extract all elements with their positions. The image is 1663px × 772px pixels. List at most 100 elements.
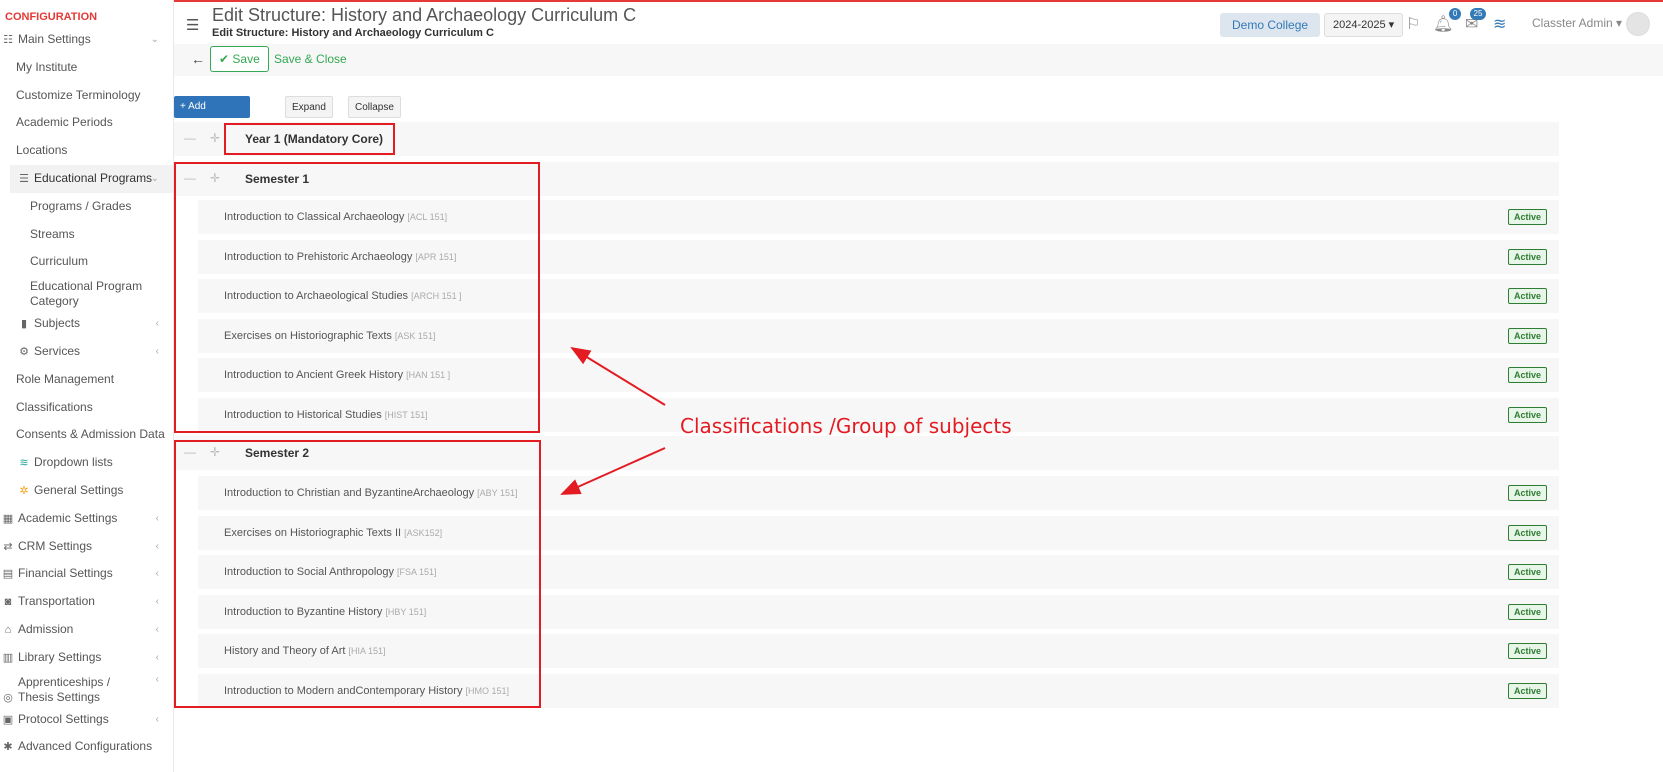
sidebar-item-label: Streams [30, 226, 75, 241]
sidebar-item-21[interactable]: ⌂ Admission ‹ [0, 616, 173, 644]
sidebar-item-5[interactable]: ☰ Educational Programs ⌄ [10, 164, 173, 193]
flag-icon[interactable]: ⚐ [1406, 14, 1420, 34]
collapse-all-button[interactable]: Collapse All [348, 96, 401, 135]
sidebar-item-label: Dropdown lists [34, 455, 113, 470]
sidebar-item-19[interactable]: ▤ Financial Settings ‹ [0, 560, 173, 588]
sidebar-item-1[interactable]: My Institute [0, 54, 173, 82]
sidebar-item-label: Customize Terminology [16, 87, 141, 102]
sidebar-item-8[interactable]: Curriculum [0, 248, 173, 276]
config-sidebar: CONFIGURATION ☷ Main Settings ⌄ My Institut… [0, 0, 174, 772]
year-dropdown[interactable]: 2024-2025 ▾ [1324, 13, 1404, 37]
sidebar-item-6[interactable]: Programs / Grades [0, 193, 173, 221]
layers-icon[interactable]: ≋ [1493, 14, 1506, 34]
sidebar-item-15[interactable]: ≋ Dropdown lists [0, 449, 173, 477]
sidebar-item-label: Advanced Configurations [18, 739, 153, 754]
sidebar-item-label: Protocol Settings [18, 711, 109, 726]
add-icon[interactable]: ✛ [210, 131, 220, 145]
status-badge: Active [1507, 209, 1547, 225]
services-icon: ⚙ [19, 345, 29, 358]
chevron-left-icon: ‹ [155, 540, 159, 552]
sidebar-item-10[interactable]: ▮ Subjects ‹ [0, 310, 173, 338]
sidebar-item-4[interactable]: Locations [0, 137, 173, 165]
sidebar-item-24[interactable]: ▣ Protocol Settings ‹ [0, 706, 173, 734]
sidebar-item-label: Role Management [16, 371, 115, 386]
sidebar-item-7[interactable]: Streams [0, 221, 173, 249]
sidebar-menu: ☷ Main Settings ⌄ My Institute Customize Ter… [0, 26, 173, 761]
sidebar-item-13[interactable]: Classifications [0, 394, 173, 422]
sidebar-item-label: Financial Settings [18, 566, 113, 581]
notifications-badge: 0 [1448, 8, 1462, 20]
cogs-icon: ✲ [19, 484, 29, 497]
cog-icon: ✱ [3, 741, 13, 754]
back-arrow-icon[interactable]: ← [191, 51, 205, 67]
annotation-label: Classifications /Group of subjects [680, 414, 1012, 438]
sidebar-item-label: My Institute [16, 59, 78, 74]
status-badge: Active [1507, 682, 1547, 699]
expand-all-button[interactable]: Expand All [285, 96, 333, 135]
chevron-left-icon: ‹ [155, 596, 159, 608]
status-badge: Active [1507, 643, 1547, 659]
user-menu[interactable]: Classter Admin ▾ [1532, 16, 1622, 30]
semester1-highlight-box [174, 162, 540, 433]
chevron-down-icon: ⌄ [150, 172, 159, 184]
sidebar-item-20[interactable]: ◙ Transportation ‹ [0, 588, 173, 616]
sidebar-item-3[interactable]: Academic Periods [0, 109, 173, 137]
chevron-left-icon: ‹ [155, 345, 159, 357]
chevron-left-icon: ‹ [155, 673, 159, 685]
sidebar-item-17[interactable]: ▦ Academic Settings ‹ [0, 505, 173, 533]
book-icon: ▮ [20, 318, 28, 331]
sidebar-item-16[interactable]: ✲ General Settings [0, 477, 173, 505]
year-highlight-box [224, 123, 395, 155]
sidebar-item-14[interactable]: Consents & Admission Data [0, 421, 173, 449]
sidebar-item-0[interactable]: ☷ Main Settings ⌄ [0, 26, 173, 54]
sidebar-item-label: Classifications [16, 399, 93, 414]
status-badge: Active [1507, 485, 1547, 501]
sidebar-item-2[interactable]: Customize Terminology [0, 82, 173, 110]
sliders-icon: ☷ [3, 34, 13, 46]
hamburger-menu-icon[interactable]: ☰ [186, 16, 199, 34]
sidebar-item-label: Consents & Admission Data [16, 427, 165, 442]
sidebar-item-label: Academic Periods [16, 115, 113, 130]
save-button[interactable]: ✔ Save [210, 46, 269, 72]
sidebar-item-label: Transportation [18, 594, 95, 609]
add-classifications-button[interactable]: + Add Classifications [174, 96, 250, 134]
sidebar-item-label: CRM Settings [18, 538, 93, 553]
sidebar-item-11[interactable]: ⚙ Services ‹ [0, 338, 173, 366]
bell-icon[interactable]: 🔔︎ 0 [1433, 8, 1462, 34]
chevron-down-icon: ⌄ [150, 34, 159, 45]
envelope-icon[interactable]: ✉ 25 [1465, 8, 1487, 34]
page-header: ☰ Edit Structure: History and Archaeolog… [174, 2, 1663, 44]
sidebar-item-label: Main Settings [18, 32, 91, 46]
sidebar-item-22[interactable]: ▥ Library Settings ‹ [0, 644, 173, 672]
sidebar-item-18[interactable]: ⇄ CRM Settings ‹ [0, 533, 173, 561]
edit-toolbar: ← ✔ Save Save & Close [174, 44, 1663, 76]
chevron-left-icon: ‹ [155, 568, 159, 580]
status-badge: Active [1507, 288, 1547, 304]
chevron-left-icon: ‹ [155, 651, 159, 663]
save-close-link[interactable]: Save & Close [274, 52, 347, 66]
gear-icon: ◎ [3, 691, 13, 704]
sidebar-item-25[interactable]: ✱ Advanced Configurations [0, 733, 173, 761]
collapse-icon[interactable]: — [184, 131, 196, 145]
status-badge: Active [1507, 406, 1547, 423]
sidebar-item-label: Library Settings [18, 649, 102, 664]
sidebar-item-12[interactable]: Role Management [0, 366, 173, 394]
sidebar-item-label: Programs / Grades [30, 198, 132, 213]
institution-button[interactable]: Demo College [1220, 13, 1321, 37]
page-subtitle: Edit Structure: History and Archaeology … [212, 27, 494, 39]
sidebar-item-label: Educational Program Category [30, 279, 143, 309]
avatar[interactable] [1626, 12, 1650, 36]
library-icon: ▥ [2, 651, 14, 664]
sidebar-item-label: Locations [16, 143, 68, 158]
list-icon: ☰ [19, 172, 29, 185]
sidebar-item-23[interactable]: ◎ Apprenticeships / Thesis Settings ‹ [0, 672, 173, 706]
sidebar-item-label: Admission [18, 621, 74, 636]
status-badge: Active [1507, 367, 1547, 383]
page-title: Edit Structure: History and Archaeology … [212, 5, 637, 25]
sidebar-item-label: Curriculum [30, 254, 89, 269]
chevron-left-icon: ‹ [155, 318, 159, 330]
chevron-left-icon: ‹ [155, 623, 159, 635]
bus-icon: ◙ [4, 596, 12, 609]
sidebar-item-label: Educational Programs [34, 170, 153, 185]
sidebar-item-9[interactable]: Educational Program Category [0, 276, 173, 310]
